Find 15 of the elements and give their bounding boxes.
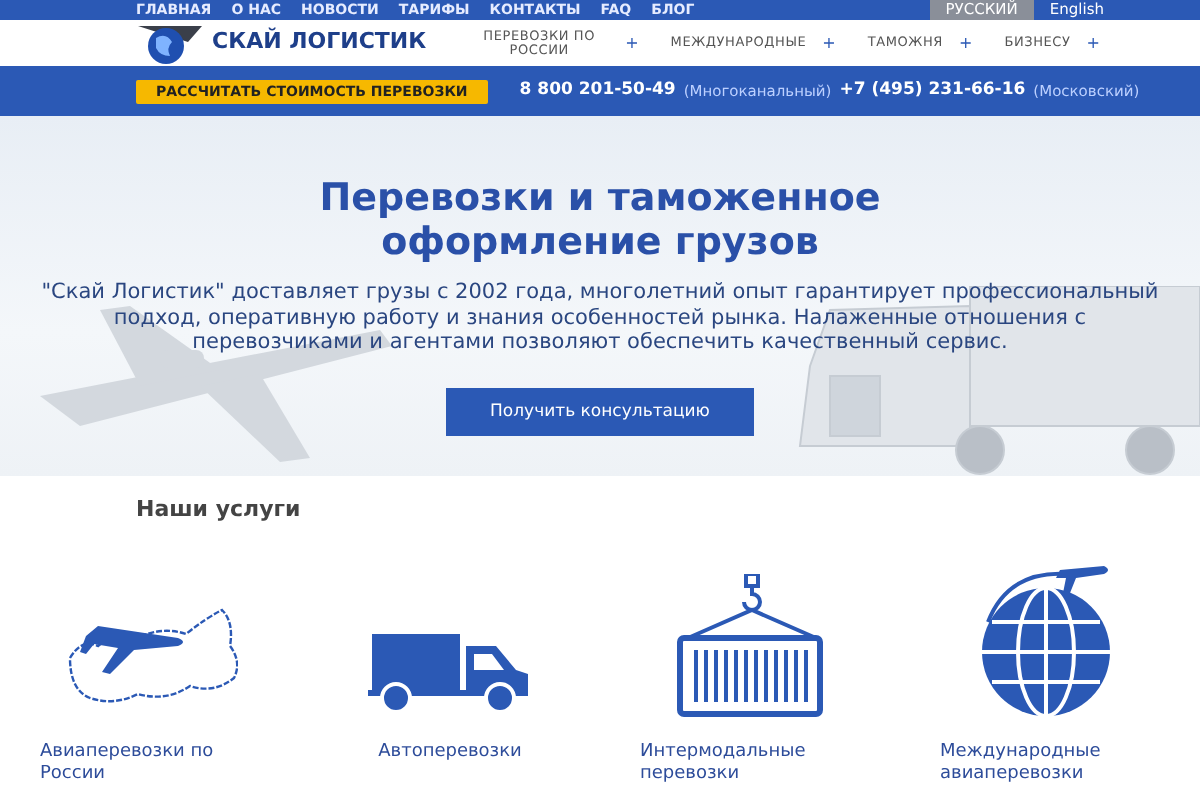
phone-number: +7 (495) 231-66-16: [839, 78, 1026, 104]
service-link[interactable]: Интермодальные перевозки: [640, 742, 860, 787]
expand-icon[interactable]: +: [1086, 31, 1100, 55]
service-link[interactable]: Автоперевозки: [378, 742, 522, 765]
service-link[interactable]: Международные авиаперевозки: [940, 742, 1160, 787]
phone-number: 8 800 201-50-49: [519, 78, 676, 104]
service-link[interactable]: Авиаперевозки по России: [40, 742, 260, 787]
section-title: Наши услуги: [134, 496, 303, 523]
expand-icon[interactable]: +: [959, 31, 973, 55]
consultation-button[interactable]: Получить консультацию: [446, 387, 754, 437]
expand-icon[interactable]: +: [625, 31, 639, 55]
logo-text: СКАЙ ЛОГИСТИК: [212, 26, 427, 59]
expand-icon[interactable]: +: [822, 31, 836, 55]
hero-description: "Скай Логистик" доставляет грузы с 2002 года, многолетний опыт гарантирует профессиональный подход, оперативную работу и знания особенностей рынка. Налаженные отношения с перевозчиками и агентами позволяют обеспечить качественный сервис.: [40, 280, 1160, 355]
hero-title: Перевозки и таможенное оформление грузов: [317, 176, 883, 264]
